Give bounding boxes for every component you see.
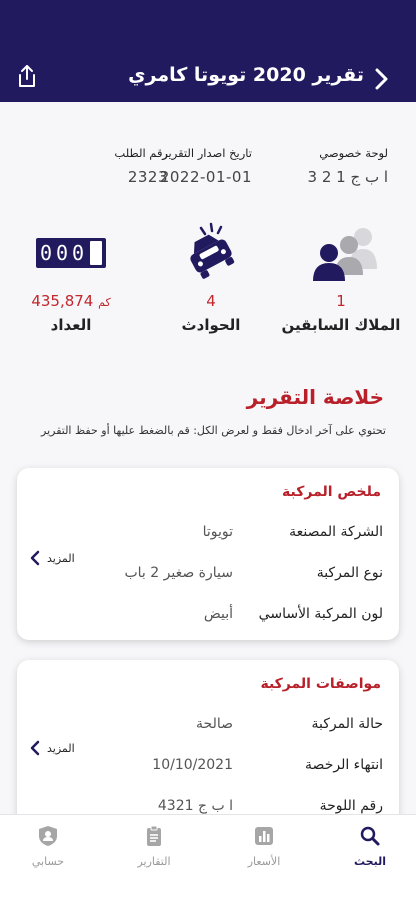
- more-button[interactable]: المزيد: [29, 738, 75, 758]
- row-key: حالة المركبة: [311, 716, 383, 732]
- back-button[interactable]: [370, 66, 392, 92]
- nav-reports-label: التقارير: [137, 855, 171, 868]
- search-icon: [360, 826, 380, 846]
- row-key: نوع المركبة: [316, 565, 383, 581]
- accidents-stat[interactable]: 4 الحوادث: [146, 222, 276, 334]
- bar-chart-icon: [255, 827, 273, 845]
- app-header: تقرير 2020 تويوتا كامري: [0, 0, 416, 102]
- more-label: المزيد: [47, 741, 75, 755]
- row-value: أبيض: [203, 606, 233, 622]
- share-button[interactable]: [16, 63, 38, 89]
- chevron-left-icon: [30, 550, 40, 566]
- chevron-right-icon: [375, 68, 388, 90]
- row-value: ا ب ج 4321: [157, 798, 233, 814]
- list-item: حالة المركبة صالحة: [93, 716, 383, 736]
- vehicle-summary-card[interactable]: ملخص المركبة الشركة المصنعة تويوتا نوع ا…: [17, 468, 399, 640]
- odometer-label: العداد: [50, 316, 92, 334]
- odometer-unit: كم: [98, 296, 111, 309]
- nav-prices[interactable]: الأسعار: [224, 825, 304, 868]
- row-key: لون المركبة الأساسي: [258, 606, 383, 622]
- odometer-value: 435,874: [31, 292, 94, 310]
- user-shield-icon: [39, 826, 57, 846]
- more-label: المزيد: [47, 551, 75, 565]
- odometer-stat[interactable]: 000 كم 435,874 العداد: [6, 222, 136, 334]
- row-value: صالحة: [196, 716, 233, 732]
- list-item: انتهاء الرخصة 10/10/2021: [93, 757, 383, 777]
- owners-stat[interactable]: 1 الملاك السابقين: [276, 222, 406, 334]
- card-title: مواصفات المركبة: [260, 676, 381, 692]
- nav-search[interactable]: البحث: [330, 825, 410, 868]
- odometer-icon: 000: [6, 222, 136, 284]
- row-value: سيارة صغير 2 باب: [124, 565, 233, 581]
- bottom-nav: البحث الأسعار التقارير حسابي: [0, 814, 416, 900]
- row-key: انتهاء الرخصة: [305, 757, 383, 773]
- order-label: رقم الطلب: [114, 146, 168, 160]
- page-title: تقرير 2020 تويوتا كامري: [128, 64, 364, 86]
- chevron-left-icon: [30, 740, 40, 756]
- accidents-count: 4: [206, 292, 216, 310]
- row-value: تويوتا: [202, 524, 233, 540]
- nav-account-label: حسابي: [31, 855, 65, 868]
- list-item: نوع المركبة سيارة صغير 2 باب: [93, 565, 383, 585]
- plate-label: لوحة خصوصي: [319, 146, 388, 160]
- order-value: 2323: [127, 168, 168, 186]
- car-crash-icon: [146, 222, 276, 284]
- nav-account[interactable]: حسابي: [8, 825, 88, 868]
- share-icon: [19, 65, 35, 87]
- row-value: 10/10/2021: [152, 757, 233, 773]
- plate-info: لوحة خصوصي ا ب ج 1 2 3: [248, 146, 388, 186]
- nav-reports[interactable]: التقارير: [114, 825, 194, 868]
- odometer-display: 000: [39, 241, 89, 265]
- odometer-reading: كم 435,874: [6, 292, 136, 310]
- card-title: ملخص المركبة: [282, 484, 381, 500]
- order-info: رقم الطلب 2323: [28, 146, 168, 186]
- nav-search-label: البحث: [354, 855, 386, 868]
- owners-icon: [276, 222, 406, 284]
- clipboard-icon: [147, 825, 161, 846]
- summary-title: خلاصة التقرير: [246, 385, 384, 409]
- plate-value: ا ب ج 1 2 3: [307, 168, 388, 186]
- row-key: الشركة المصنعة: [289, 524, 383, 540]
- summary-subtitle: تحتوي على آخر ادخال فقط و لعرض الكل: قم …: [41, 424, 386, 437]
- list-item: لون المركبة الأساسي أبيض: [93, 606, 383, 626]
- row-key: رقم اللوحة: [319, 798, 383, 814]
- nav-prices-label: الأسعار: [247, 855, 281, 868]
- owners-count: 1: [336, 292, 346, 310]
- more-button[interactable]: المزيد: [29, 548, 75, 568]
- odometer-roll-digit: [90, 241, 103, 265]
- list-item: الشركة المصنعة تويوتا: [93, 524, 383, 544]
- accidents-label: الحوادث: [181, 316, 241, 334]
- owners-label: الملاك السابقين: [281, 316, 401, 334]
